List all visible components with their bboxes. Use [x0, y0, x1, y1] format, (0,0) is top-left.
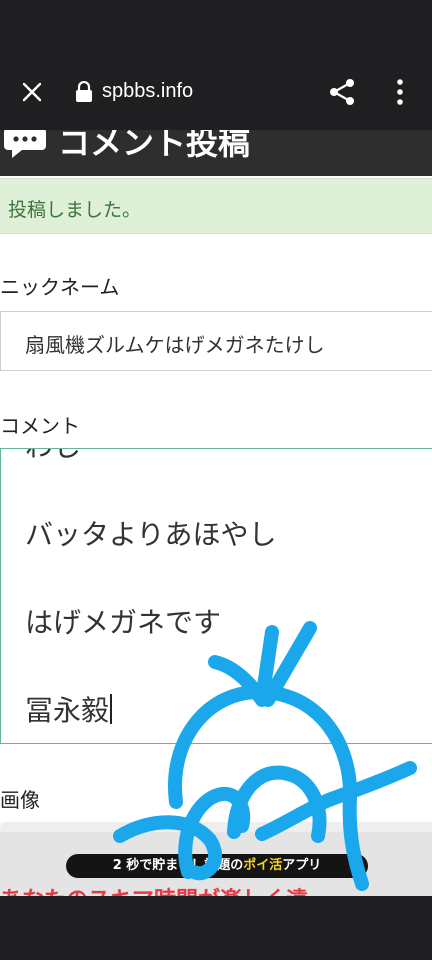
comment-line: 冨永毅: [25, 689, 113, 729]
image-label: 画像: [0, 788, 40, 812]
chat-icon: [4, 130, 46, 158]
ad-pill-accent: ポイ活: [243, 858, 283, 873]
section-title: コメント投稿: [58, 130, 251, 162]
close-icon[interactable]: [20, 80, 44, 104]
ad-headline: あなたのスキマ時間が楽しく遠: [0, 882, 308, 896]
success-notice: 投稿しました。: [0, 178, 432, 234]
lock-icon: [76, 81, 92, 102]
share-icon[interactable]: [328, 78, 356, 106]
comment-line: はげメガネです: [25, 606, 222, 639]
more-vert-icon[interactable]: [392, 78, 408, 106]
comment-line: バッタよりあほやし: [25, 518, 277, 551]
comment-line: わし: [25, 449, 81, 465]
browser-toolbar: spbbs.info: [0, 56, 432, 130]
comment-textarea[interactable]: わし バッタよりあほやし はげメガネです 冨永毅: [0, 448, 432, 744]
comment-label: コメント: [0, 414, 80, 438]
status-bar: [0, 0, 432, 56]
ad-banner[interactable]: 2 秒で貯まる！話題のポイ活アプリ あなたのスキマ時間が楽しく遠: [0, 822, 432, 896]
section-header: コメント投稿: [0, 130, 432, 176]
nickname-input[interactable]: 扇風機ズルムケはげメガネたけし: [0, 311, 432, 371]
url-text[interactable]: spbbs.info: [102, 80, 193, 103]
page-content: コメント投稿 投稿しました。 ニックネーム 扇風機ズルムケはげメガネたけし コメ…: [0, 130, 432, 896]
navigation-bar: [0, 896, 432, 960]
notice-message: 投稿しました。: [8, 199, 142, 221]
comment-line-text: 冨永毅: [25, 694, 110, 727]
text-caret: [110, 694, 113, 724]
ad-pill: 2 秒で貯まる！話題のポイ活アプリ: [66, 854, 368, 878]
ad-pill-suffix: アプリ: [282, 858, 322, 873]
ad-pill-prefix: 2 秒で貯まる！話題の: [112, 858, 244, 873]
nickname-label: ニックネーム: [0, 275, 120, 299]
nickname-value: 扇風機ズルムケはげメガネたけし: [25, 333, 325, 357]
